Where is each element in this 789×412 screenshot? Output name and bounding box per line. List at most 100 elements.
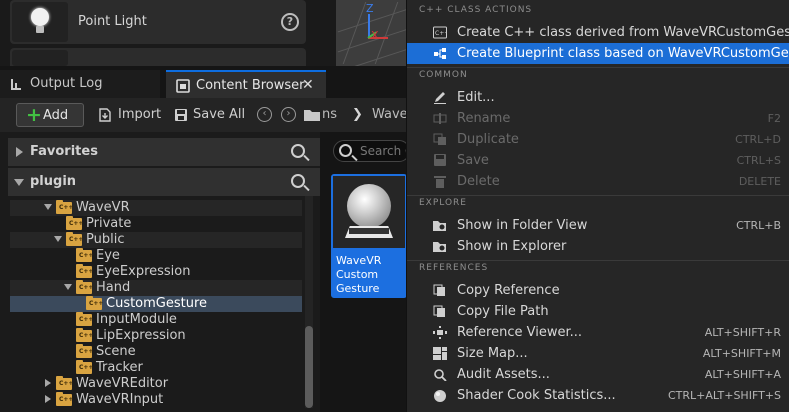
- menu-divider: [407, 260, 789, 261]
- menu-item-copy-reference[interactable]: Copy Reference: [407, 280, 789, 301]
- place-item-label: Point Light: [78, 14, 147, 29]
- tree-row-wavevr[interactable]: WaveVR: [10, 200, 302, 216]
- place-item-icon: [12, 50, 68, 66]
- menu-item-create-cpp-class[interactable]: C++ Create C++ class derived from WaveVR…: [407, 22, 789, 43]
- audit-icon: [434, 369, 447, 381]
- menu-item-label: Delete: [457, 174, 500, 189]
- axis-x-label: X: [371, 29, 379, 42]
- forward-button[interactable]: ›: [281, 107, 296, 122]
- tab-output-log[interactable]: Output Log: [0, 70, 160, 98]
- add-button[interactable]: + Add: [16, 103, 84, 127]
- menu-item-duplicate[interactable]: Duplicate CTRL+D: [407, 129, 789, 150]
- blueprint-class-icon: [434, 48, 446, 59]
- menu-item-shortcut: F2: [767, 112, 781, 125]
- tree-scrollbar-thumb[interactable]: [305, 326, 313, 408]
- path-separator-icon: ❯: [352, 107, 363, 122]
- cpp-folder-icon: [76, 360, 93, 374]
- tree-row-private[interactable]: Private: [10, 216, 302, 232]
- tree-label: WaveVRInput: [76, 392, 164, 407]
- tab-bar: Output Log Content Browser ✕: [0, 70, 410, 98]
- tree-label: WaveVR: [76, 200, 130, 215]
- menu-item-rename[interactable]: Rename F2: [407, 108, 789, 129]
- import-button[interactable]: Import: [98, 103, 161, 127]
- rename-icon: [433, 113, 447, 124]
- menu-item-edit[interactable]: Edit...: [407, 87, 789, 108]
- asset-search-input[interactable]: Search C: [333, 140, 413, 162]
- tree-row-inputmodule[interactable]: InputModule: [10, 312, 302, 328]
- cpp-folder-icon: [86, 296, 103, 310]
- menu-item-reference-viewer[interactable]: Reference Viewer... ALT+SHIFT+R: [407, 322, 789, 343]
- search-icon[interactable]: [291, 174, 305, 188]
- close-icon[interactable]: ✕: [302, 72, 314, 99]
- tree-label: Scene: [96, 344, 136, 359]
- folder-icon[interactable]: [304, 108, 320, 121]
- help-icon[interactable]: ?: [281, 13, 299, 31]
- menu-item-save[interactable]: Save CTRL+S: [407, 150, 789, 171]
- menu-item-shortcut: CTRL+S: [736, 154, 781, 167]
- menu-item-size-map[interactable]: Size Map... ALT+SHIFT+M: [407, 343, 789, 364]
- context-menu: C++ CLASS ACTIONS C++ Create C++ class d…: [406, 0, 789, 412]
- menu-item-create-blueprint-class[interactable]: Create Blueprint class based on WaveVRCu…: [407, 43, 789, 64]
- tree-row-customgesture[interactable]: CustomGesture: [10, 296, 302, 312]
- chevron-right-icon: [45, 379, 51, 387]
- cpp-folder-icon: [56, 376, 73, 390]
- menu-section-explore: EXPLORE: [419, 198, 467, 208]
- menu-item-label: Duplicate: [457, 132, 519, 147]
- level-viewport[interactable]: Z X: [336, 0, 410, 66]
- menu-item-label: Edit...: [457, 90, 495, 105]
- tab-content-browser[interactable]: Content Browser ✕: [166, 70, 326, 98]
- menu-section-cpp: C++ CLASS ACTIONS: [419, 5, 533, 15]
- chevron-right-icon: [45, 395, 51, 403]
- folder-tree: WaveVR Private Public Eye EyeExpression …: [10, 198, 302, 412]
- menu-item-copy-file-path[interactable]: Copy File Path: [407, 301, 789, 322]
- tree-row-eye[interactable]: Eye: [10, 248, 302, 264]
- menu-item-shortcut: CTRL+D: [735, 133, 781, 146]
- place-item-point-light[interactable]: Point Light ?: [10, 0, 306, 44]
- cpp-folder-icon: [56, 392, 73, 406]
- menu-item-label: Shader Cook Statistics...: [457, 388, 616, 403]
- chevron-down-icon: [54, 236, 62, 242]
- favorites-header[interactable]: Favorites: [8, 138, 320, 166]
- chevron-down-icon: [14, 179, 24, 186]
- back-button[interactable]: ‹: [257, 107, 272, 122]
- tree-row-tracker[interactable]: Tracker: [10, 360, 302, 376]
- cpp-folder-icon: [56, 200, 73, 214]
- tree-row-eyeexpression[interactable]: EyeExpression: [10, 264, 302, 280]
- menu-item-show-in-explorer[interactable]: Show in Explorer: [407, 236, 789, 257]
- plugin-label: plugin: [30, 174, 77, 189]
- path-segment[interactable]: ns: [322, 103, 337, 127]
- chevron-right-icon: [16, 147, 23, 157]
- tree-row-hand[interactable]: Hand: [10, 280, 302, 296]
- place-actors-panel: Point Light ?: [10, 0, 306, 66]
- tree-row-lipexpression[interactable]: LipExpression: [10, 328, 302, 344]
- cpp-folder-icon: [76, 280, 93, 294]
- tree-row-public[interactable]: Public: [10, 232, 302, 248]
- menu-item-show-in-folder-view[interactable]: Show in Folder View CTRL+B: [407, 215, 789, 236]
- output-log-icon: [11, 79, 21, 90]
- edit-icon: [434, 92, 446, 104]
- plugin-header[interactable]: plugin: [8, 168, 320, 196]
- delete-icon: [434, 176, 446, 188]
- asset-tile[interactable]: WaveVR Custom Gesture: [331, 174, 407, 298]
- menu-item-shortcut: CTRL+B: [736, 219, 781, 232]
- path-segment[interactable]: Wave: [372, 103, 408, 127]
- cpp-class-icon: C++: [433, 26, 447, 39]
- menu-item-label: Show in Folder View: [457, 218, 588, 233]
- menu-item-shortcut: CTRL+ALT+SHIFT+S: [667, 389, 781, 402]
- menu-item-shader-cook-statistics[interactable]: Shader Cook Statistics... CTRL+ALT+SHIFT…: [407, 385, 789, 406]
- search-icon[interactable]: [291, 144, 305, 158]
- tree-row-wavevrinput[interactable]: WaveVRInput: [10, 392, 302, 408]
- save-all-button[interactable]: Save All: [174, 103, 245, 127]
- menu-item-delete[interactable]: Delete DELETE: [407, 171, 789, 192]
- place-item-next[interactable]: [10, 48, 306, 66]
- cpp-folder-icon: [76, 312, 93, 326]
- svg-text:C++: C++: [435, 30, 447, 37]
- tree-label: WaveVREditor: [76, 376, 169, 391]
- menu-item-audit-assets[interactable]: Audit Assets... ALT+SHIFT+A: [407, 364, 789, 385]
- save-all-icon: [175, 109, 187, 121]
- explorer-icon: [433, 242, 446, 252]
- import-icon: [99, 108, 111, 122]
- menu-item-label: Reference Viewer...: [457, 325, 582, 340]
- tree-row-wavevreditor[interactable]: WaveVREditor: [10, 376, 302, 392]
- tree-row-scene[interactable]: Scene: [10, 344, 302, 360]
